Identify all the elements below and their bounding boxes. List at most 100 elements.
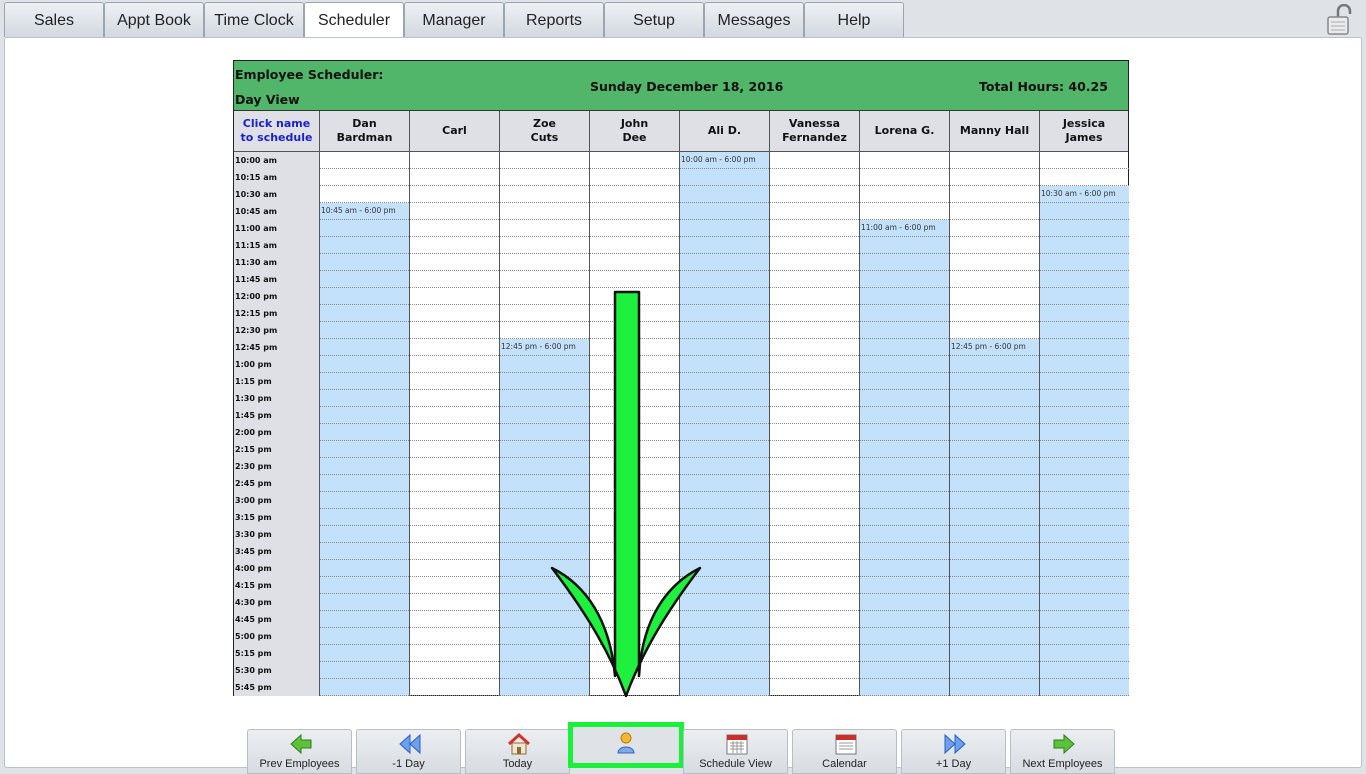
scheduled-slot[interactable] bbox=[320, 458, 409, 475]
schedule-slot[interactable] bbox=[770, 152, 859, 169]
scheduled-slot[interactable] bbox=[500, 492, 589, 509]
scheduled-slot[interactable] bbox=[680, 475, 769, 492]
scheduled-slot[interactable] bbox=[860, 560, 949, 577]
schedule-slot[interactable] bbox=[770, 390, 859, 407]
employee-header-vanessa-fernandez[interactable]: Vanessa Fernandez bbox=[769, 111, 859, 152]
scheduled-slot[interactable] bbox=[950, 560, 1039, 577]
scheduled-slot[interactable] bbox=[950, 594, 1039, 611]
schedule-slot[interactable] bbox=[590, 373, 679, 390]
scheduled-slot[interactable] bbox=[320, 322, 409, 339]
scheduled-slot[interactable] bbox=[680, 356, 769, 373]
scheduled-slot[interactable] bbox=[950, 611, 1039, 628]
scheduled-slot[interactable] bbox=[320, 339, 409, 356]
scheduled-slot[interactable] bbox=[950, 424, 1039, 441]
scheduled-slot[interactable] bbox=[500, 594, 589, 611]
scheduled-slot[interactable] bbox=[860, 322, 949, 339]
employee-header-jessica-james[interactable]: Jessica James bbox=[1039, 111, 1128, 152]
scheduled-slot[interactable] bbox=[1040, 577, 1129, 594]
schedule-slot[interactable] bbox=[590, 339, 679, 356]
schedule-slot[interactable] bbox=[770, 594, 859, 611]
scheduled-slot[interactable] bbox=[500, 560, 589, 577]
employee-header-ali-d[interactable]: Ali D. bbox=[679, 111, 769, 152]
scheduled-slot[interactable] bbox=[950, 662, 1039, 679]
scheduled-slot[interactable] bbox=[500, 611, 589, 628]
scheduled-slot[interactable] bbox=[1040, 441, 1129, 458]
schedule-slot[interactable] bbox=[500, 237, 589, 254]
schedule-slot[interactable] bbox=[770, 662, 859, 679]
scheduled-slot[interactable] bbox=[1040, 237, 1129, 254]
scheduled-slot[interactable] bbox=[500, 390, 589, 407]
schedule-slot[interactable] bbox=[770, 186, 859, 203]
scheduled-slot[interactable] bbox=[860, 492, 949, 509]
schedule-slot[interactable] bbox=[500, 152, 589, 169]
scheduled-slot[interactable] bbox=[1040, 424, 1129, 441]
schedule-slot[interactable] bbox=[410, 458, 499, 475]
schedule-slot[interactable] bbox=[950, 271, 1039, 288]
scheduled-slot[interactable] bbox=[1040, 288, 1129, 305]
schedule-slot[interactable] bbox=[770, 475, 859, 492]
scheduled-slot[interactable] bbox=[950, 475, 1039, 492]
schedule-slot[interactable] bbox=[410, 577, 499, 594]
tab-appt-book[interactable]: Appt Book bbox=[104, 2, 204, 37]
scheduled-slot[interactable] bbox=[1040, 305, 1129, 322]
employee-header-lorena-g[interactable]: Lorena G. bbox=[859, 111, 949, 152]
scheduled-slot[interactable] bbox=[500, 577, 589, 594]
scheduled-slot[interactable] bbox=[860, 407, 949, 424]
scheduled-slot[interactable] bbox=[1040, 220, 1129, 237]
scheduled-slot[interactable] bbox=[860, 356, 949, 373]
schedule-slot[interactable] bbox=[410, 424, 499, 441]
schedule-slot[interactable] bbox=[590, 594, 679, 611]
schedule-slot[interactable] bbox=[770, 577, 859, 594]
scheduled-slot[interactable] bbox=[860, 679, 949, 696]
tab-help[interactable]: Help bbox=[804, 2, 904, 37]
scheduled-slot[interactable] bbox=[500, 526, 589, 543]
schedule-slot[interactable] bbox=[770, 628, 859, 645]
schedule-slot[interactable] bbox=[770, 373, 859, 390]
schedule-slot[interactable] bbox=[410, 169, 499, 186]
schedule-slot[interactable] bbox=[320, 169, 409, 186]
scheduled-slot[interactable] bbox=[860, 288, 949, 305]
1-day-button[interactable]: +1 Day bbox=[901, 729, 1006, 774]
scheduled-slot[interactable] bbox=[680, 390, 769, 407]
schedule-slot[interactable] bbox=[590, 322, 679, 339]
scheduled-slot[interactable] bbox=[320, 390, 409, 407]
schedule-slot[interactable] bbox=[950, 254, 1039, 271]
schedule-slot[interactable] bbox=[590, 169, 679, 186]
scheduled-slot[interactable] bbox=[860, 543, 949, 560]
schedule-slot[interactable] bbox=[770, 424, 859, 441]
scheduled-slot[interactable] bbox=[860, 662, 949, 679]
scheduled-slot[interactable] bbox=[860, 305, 949, 322]
scheduled-slot[interactable] bbox=[950, 679, 1039, 696]
schedule-slot[interactable] bbox=[590, 492, 679, 509]
scheduled-slot[interactable] bbox=[680, 526, 769, 543]
scheduled-slot[interactable] bbox=[950, 373, 1039, 390]
schedule-slot[interactable] bbox=[590, 509, 679, 526]
scheduled-slot[interactable] bbox=[680, 305, 769, 322]
schedule-slot[interactable] bbox=[500, 254, 589, 271]
schedule-slot[interactable] bbox=[590, 475, 679, 492]
schedule-slot[interactable] bbox=[410, 628, 499, 645]
scheduled-slot[interactable] bbox=[500, 458, 589, 475]
schedule-slot[interactable] bbox=[770, 645, 859, 662]
scheduled-slot[interactable] bbox=[950, 492, 1039, 509]
scheduled-slot[interactable] bbox=[320, 373, 409, 390]
schedule-slot[interactable] bbox=[770, 254, 859, 271]
scheduled-slot[interactable] bbox=[320, 611, 409, 628]
scheduled-slot[interactable] bbox=[680, 203, 769, 220]
schedule-slot[interactable] bbox=[410, 526, 499, 543]
scheduled-slot[interactable] bbox=[1040, 560, 1129, 577]
scheduled-slot[interactable] bbox=[950, 458, 1039, 475]
scheduled-slot[interactable] bbox=[500, 356, 589, 373]
schedule-slot[interactable] bbox=[590, 203, 679, 220]
schedule-slot[interactable] bbox=[590, 560, 679, 577]
scheduled-slot[interactable] bbox=[500, 679, 589, 696]
calendar-button[interactable]: Calendar bbox=[792, 729, 897, 774]
schedule-slot[interactable] bbox=[410, 152, 499, 169]
schedule-slot[interactable] bbox=[950, 322, 1039, 339]
schedule-slot[interactable] bbox=[500, 271, 589, 288]
tab-setup[interactable]: Setup bbox=[604, 2, 704, 37]
scheduled-slot[interactable] bbox=[680, 169, 769, 186]
scheduled-slot[interactable] bbox=[950, 509, 1039, 526]
scheduled-slot[interactable] bbox=[320, 560, 409, 577]
schedule-slot[interactable] bbox=[590, 407, 679, 424]
